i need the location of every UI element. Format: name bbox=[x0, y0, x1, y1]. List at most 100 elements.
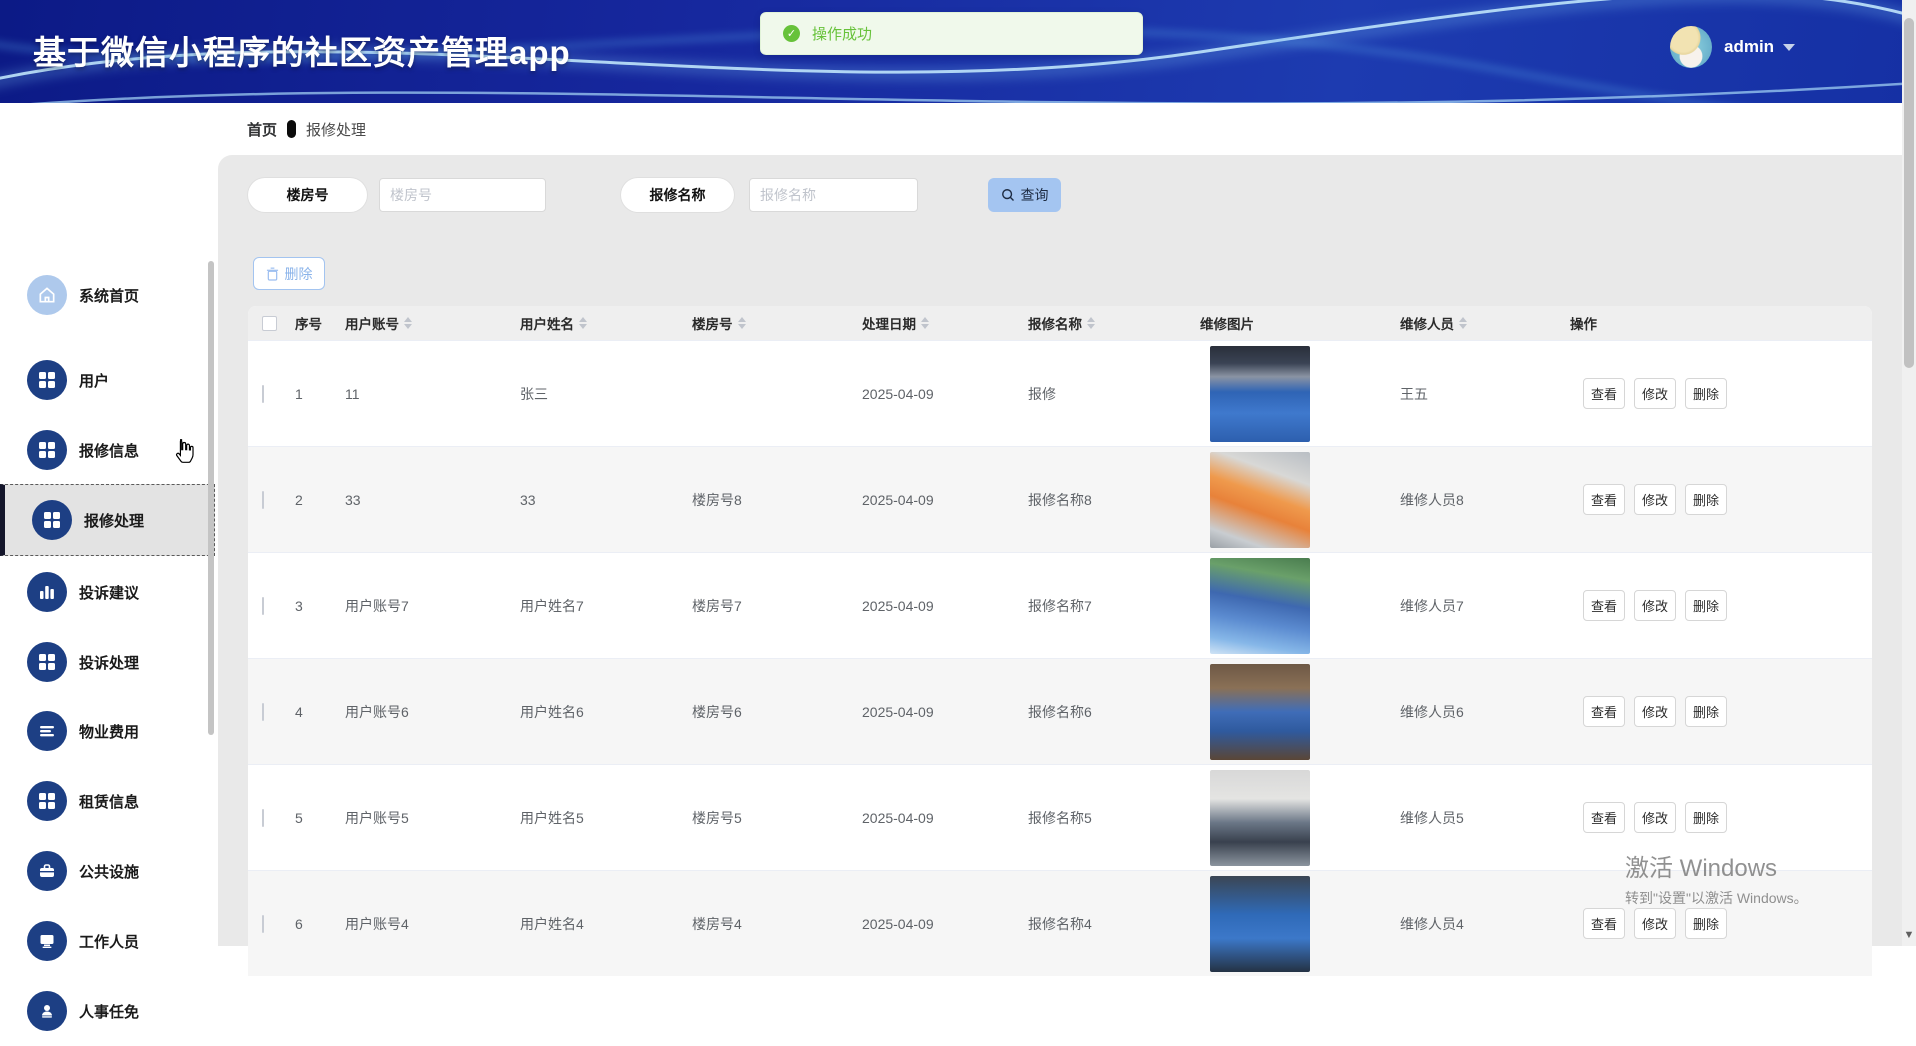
row-checkbox[interactable] bbox=[262, 385, 264, 403]
sidebar-item-lease-info[interactable]: 租赁信息 bbox=[0, 766, 215, 836]
cell-staff: 维修人员8 bbox=[1400, 490, 1570, 510]
sidebar-item-users[interactable]: 用户 bbox=[0, 345, 215, 415]
bar-chart-icon bbox=[27, 572, 67, 612]
repair-photo[interactable] bbox=[1210, 346, 1310, 442]
sidebar-item-personnel[interactable]: 人事任免 bbox=[0, 976, 215, 1046]
edit-button[interactable]: 修改 bbox=[1634, 908, 1676, 939]
edit-button[interactable]: 修改 bbox=[1634, 696, 1676, 727]
edit-button[interactable]: 修改 bbox=[1634, 378, 1676, 409]
sidebar-item-property-fees[interactable]: 物业费用 bbox=[0, 696, 215, 766]
mouse-cursor bbox=[170, 438, 196, 471]
delete-button[interactable]: 删除 bbox=[1685, 908, 1727, 939]
grid-icon bbox=[32, 500, 72, 540]
select-all-checkbox[interactable] bbox=[262, 316, 277, 331]
repair-photo[interactable] bbox=[1210, 558, 1310, 654]
avatar[interactable] bbox=[1670, 26, 1712, 68]
success-check-icon: ✓ bbox=[783, 25, 800, 42]
bulk-delete-button[interactable]: 删除 bbox=[253, 257, 325, 290]
delete-button[interactable]: 删除 bbox=[1685, 484, 1727, 515]
delete-button[interactable]: 删除 bbox=[1685, 378, 1727, 409]
table-row: 4 用户账号6 用户姓名6 楼房号6 2025-04-09 报修名称6 维修人员… bbox=[248, 658, 1872, 764]
grid-icon bbox=[27, 430, 67, 470]
cell-repair-name: 报修名称8 bbox=[1028, 490, 1200, 510]
sort-icon[interactable] bbox=[921, 317, 929, 329]
grid-icon bbox=[27, 781, 67, 821]
cell-date: 2025-04-09 bbox=[862, 492, 1028, 508]
table-row: 3 用户账号7 用户姓名7 楼房号7 2025-04-09 报修名称7 维修人员… bbox=[248, 552, 1872, 658]
cell-date: 2025-04-09 bbox=[862, 386, 1028, 402]
sidebar: 系统首页 用户 报修信息 报修处理 投诉建议 投诉处理 物业费用 bbox=[0, 103, 218, 946]
row-checkbox[interactable] bbox=[262, 703, 264, 721]
user-name: admin bbox=[1724, 37, 1774, 57]
cell-name: 用户姓名7 bbox=[520, 596, 692, 616]
view-button[interactable]: 查看 bbox=[1583, 696, 1625, 727]
sidebar-item-complaint-handling[interactable]: 投诉处理 bbox=[0, 627, 215, 697]
cell-repair-name: 报修 bbox=[1028, 384, 1200, 404]
repair-photo[interactable] bbox=[1210, 770, 1310, 866]
cell-building: 楼房号8 bbox=[692, 490, 862, 510]
sidebar-item-system-home[interactable]: 系统首页 bbox=[0, 260, 215, 330]
edit-button[interactable]: 修改 bbox=[1634, 484, 1676, 515]
table-row: 1 11 张三 2025-04-09 报修 王五 查看 修改 删除 bbox=[248, 340, 1872, 446]
person-icon bbox=[27, 991, 67, 1031]
cell-name: 用户姓名6 bbox=[520, 702, 692, 722]
toast-message: 操作成功 bbox=[812, 23, 872, 44]
cell-seq: 4 bbox=[295, 704, 345, 720]
cell-name: 33 bbox=[520, 492, 692, 508]
edit-button[interactable]: 修改 bbox=[1634, 590, 1676, 621]
view-button[interactable]: 查看 bbox=[1583, 484, 1625, 515]
delete-button[interactable]: 删除 bbox=[1685, 802, 1727, 833]
row-checkbox[interactable] bbox=[262, 491, 264, 509]
cell-account: 33 bbox=[345, 492, 520, 508]
cell-seq: 5 bbox=[295, 810, 345, 826]
view-button[interactable]: 查看 bbox=[1583, 590, 1625, 621]
building-number-input[interactable] bbox=[379, 178, 546, 212]
delete-button[interactable]: 删除 bbox=[1685, 696, 1727, 727]
breadcrumb-home[interactable]: 首页 bbox=[247, 119, 277, 140]
sidebar-scrollbar[interactable] bbox=[208, 261, 214, 735]
breadcrumb: 首页 报修处理 bbox=[218, 103, 1902, 155]
view-button[interactable]: 查看 bbox=[1583, 802, 1625, 833]
list-icon bbox=[27, 711, 67, 751]
row-checkbox[interactable] bbox=[262, 915, 264, 933]
chevron-down-icon[interactable] bbox=[1783, 44, 1795, 51]
repair-name-input[interactable] bbox=[749, 178, 918, 212]
table-row: 2 33 33 楼房号8 2025-04-09 报修名称8 维修人员8 查看 修… bbox=[248, 446, 1872, 552]
sort-icon[interactable] bbox=[738, 317, 746, 329]
edit-button[interactable]: 修改 bbox=[1634, 802, 1676, 833]
repair-photo[interactable] bbox=[1210, 876, 1310, 972]
user-menu[interactable]: admin bbox=[1670, 26, 1795, 68]
cell-seq: 3 bbox=[295, 598, 345, 614]
success-toast: ✓ 操作成功 bbox=[760, 12, 1143, 55]
repair-photo[interactable] bbox=[1210, 664, 1310, 760]
cell-date: 2025-04-09 bbox=[862, 810, 1028, 826]
repair-photo[interactable] bbox=[1210, 452, 1310, 548]
app-header: 基于微信小程序的社区资产管理app ✓ 操作成功 admin bbox=[0, 0, 1916, 103]
sidebar-item-repair-handling[interactable]: 报修处理 bbox=[0, 484, 215, 556]
cell-staff: 维修人员6 bbox=[1400, 702, 1570, 722]
page-scrollbar-thumb[interactable] bbox=[1904, 18, 1914, 368]
row-checkbox[interactable] bbox=[262, 597, 264, 615]
view-button[interactable]: 查看 bbox=[1583, 908, 1625, 939]
home-icon bbox=[27, 275, 67, 315]
row-checkbox[interactable] bbox=[262, 809, 264, 827]
breadcrumb-separator-icon bbox=[287, 120, 296, 138]
sidebar-item-staff[interactable]: 工作人员 bbox=[0, 906, 215, 976]
view-button[interactable]: 查看 bbox=[1583, 378, 1625, 409]
scrollbar-down-arrow-icon[interactable]: ▼ bbox=[1902, 924, 1916, 946]
sidebar-item-public-facilities[interactable]: 公共设施 bbox=[0, 836, 215, 906]
table-header-row: 序号 用户账号 用户姓名 楼房号 处理日期 报修名称 维修图片 维修人员 操作 bbox=[248, 306, 1872, 340]
sort-icon[interactable] bbox=[579, 317, 587, 329]
grid-icon bbox=[27, 360, 67, 400]
sidebar-item-complaint-suggestion[interactable]: 投诉建议 bbox=[0, 557, 215, 627]
grid-icon bbox=[27, 642, 67, 682]
sort-icon[interactable] bbox=[404, 317, 412, 329]
cell-name: 张三 bbox=[520, 384, 692, 404]
delete-button[interactable]: 删除 bbox=[1685, 590, 1727, 621]
sort-icon[interactable] bbox=[1459, 317, 1467, 329]
page-title: 基于微信小程序的社区资产管理app bbox=[33, 26, 571, 74]
cell-date: 2025-04-09 bbox=[862, 598, 1028, 614]
cell-date: 2025-04-09 bbox=[862, 704, 1028, 720]
search-button[interactable]: 查询 bbox=[988, 178, 1061, 212]
sort-icon[interactable] bbox=[1087, 317, 1095, 329]
